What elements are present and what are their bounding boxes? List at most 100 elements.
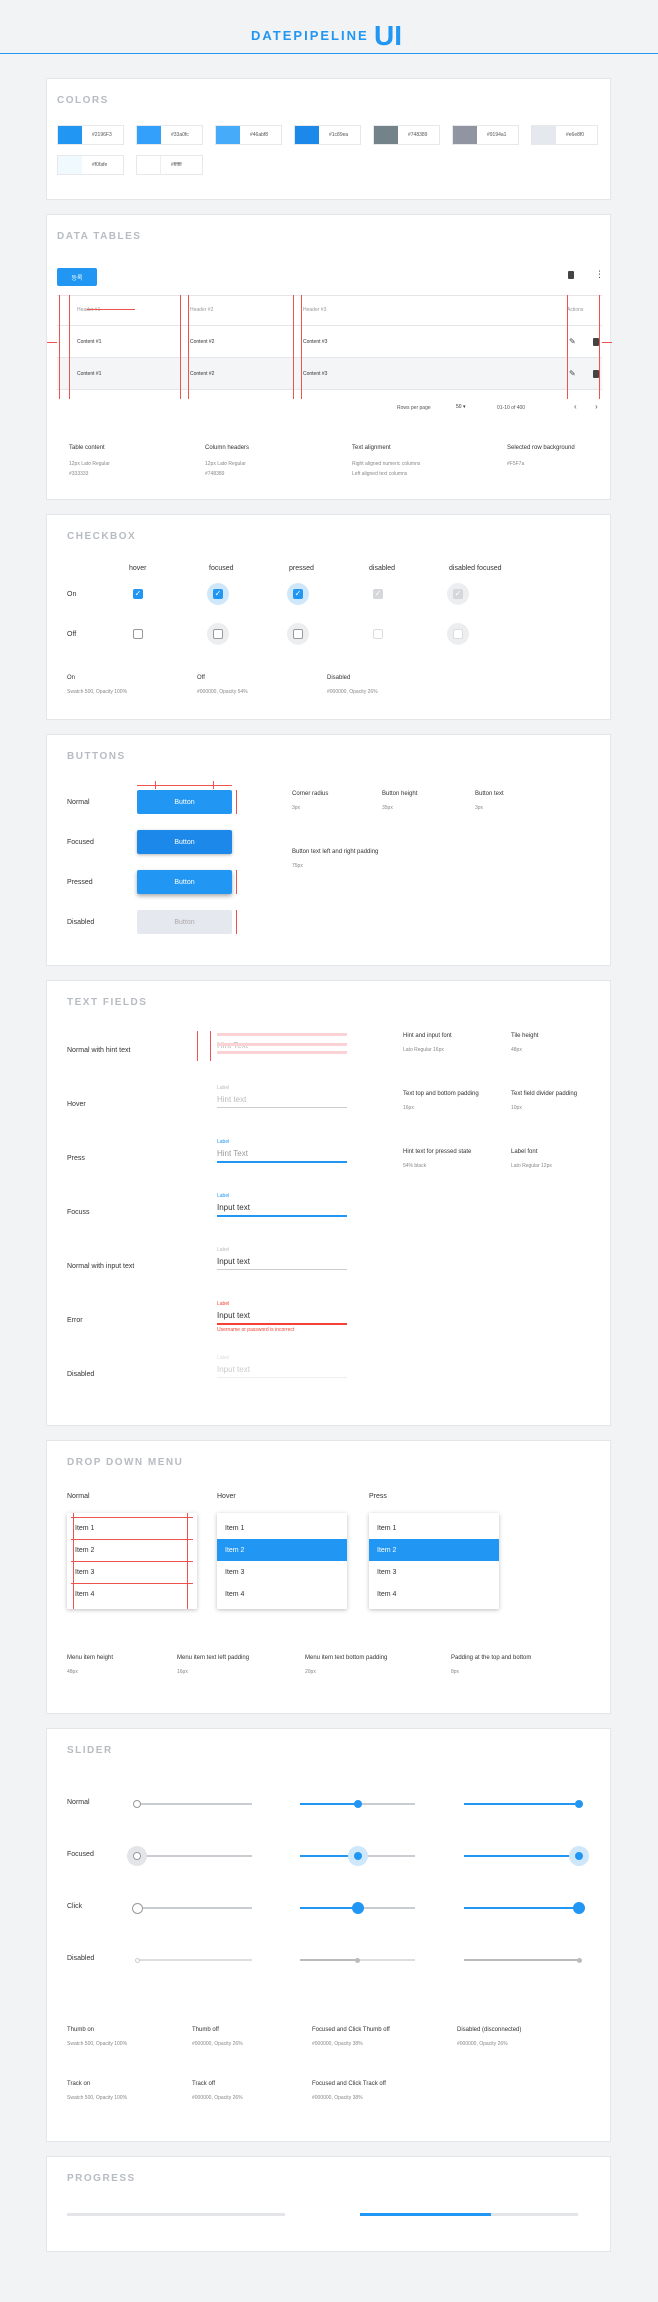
table-cell: Content #2 [190, 371, 215, 377]
color-chip [453, 126, 477, 144]
spec-value: 12px Lato Regular [69, 461, 110, 467]
dropdown-item[interactable]: Item 2 [369, 1539, 499, 1561]
page-header: DATEPIPELINE UI [0, 0, 658, 56]
checkbox-row-on: On [67, 591, 77, 598]
checkbox-checked[interactable]: ✓ [213, 589, 223, 599]
text-field-input[interactable]: Input text [217, 1203, 250, 1212]
guide-line [187, 1513, 188, 1609]
color-swatch[interactable]: #748389 [373, 125, 440, 145]
color-swatch[interactable]: #9194a1 [452, 125, 519, 145]
slider-track-off [357, 1959, 415, 1961]
text-field-underline [217, 1215, 347, 1217]
edit-icon[interactable]: ✎ [569, 369, 576, 378]
dropdown-item[interactable]: Item 1 [217, 1517, 347, 1539]
slider-thumb[interactable] [575, 1800, 583, 1808]
dropdown-item[interactable]: Item 4 [369, 1583, 499, 1605]
more-vert-icon[interactable]: ⋮ [595, 270, 604, 279]
checkbox-checked[interactable]: ✓ [293, 589, 303, 599]
color-chip [374, 126, 398, 144]
spec-heading: Thumb off [192, 2027, 219, 2033]
spec-value: #000000, Opacity 26% [457, 2041, 508, 2047]
slider-state-label: Disabled [67, 1955, 95, 1962]
guide-line [197, 1031, 198, 1061]
guide-line [236, 790, 237, 814]
spec-heading: Label font [511, 1149, 538, 1155]
register-button[interactable]: 등록 [57, 268, 97, 286]
text-field-label: Label [217, 1085, 230, 1091]
dropdown-item[interactable]: Item 2 [217, 1539, 347, 1561]
color-swatch[interactable]: #33a0fc [136, 125, 203, 145]
spec-value: #F5F7a [507, 461, 525, 467]
chevron-left-icon[interactable]: ‹ [574, 402, 577, 411]
slider-thumb [576, 1957, 582, 1963]
slider-thumb[interactable] [133, 1800, 141, 1808]
spec-heading: Text top and bottom padding [403, 1091, 479, 1097]
color-swatch[interactable]: #2196F3 [57, 125, 124, 145]
guide-line [71, 1561, 193, 1562]
table-header-border [57, 325, 602, 326]
button-normal[interactable]: Button [137, 790, 232, 814]
dropdown-item[interactable]: Item 1 [67, 1517, 197, 1539]
chevron-right-icon[interactable]: › [595, 402, 598, 411]
text-field-state-label: Normal with hint text [67, 1047, 131, 1054]
table-header-3[interactable]: Header #3 [303, 307, 326, 313]
text-field-input[interactable]: Hint text [217, 1095, 246, 1104]
spec-heading: Off [197, 675, 205, 681]
rows-per-page-select[interactable]: 50 ▾ [456, 404, 465, 410]
checkbox-checked[interactable]: ✓ [133, 589, 143, 599]
checkbox-unchecked [453, 629, 463, 639]
color-swatch[interactable]: #e6e8f0 [531, 125, 598, 145]
text-field-state-label: Error [67, 1317, 83, 1324]
dropdown-item[interactable]: Item 4 [67, 1583, 197, 1605]
button-focused[interactable]: Button [137, 830, 232, 854]
slider-thumb[interactable] [353, 1800, 362, 1808]
edit-icon[interactable]: ✎ [569, 337, 576, 346]
spec-value: #000000, Opacity 54% [197, 689, 248, 695]
dropdown-item[interactable]: Item 1 [369, 1517, 499, 1539]
color-chip [532, 126, 556, 144]
slider-thumb[interactable] [133, 1852, 141, 1860]
dropdown-item[interactable]: Item 3 [67, 1561, 197, 1583]
color-swatch[interactable]: #ffffff [136, 155, 203, 175]
button-pressed[interactable]: Button [137, 870, 232, 894]
text-field-input[interactable]: Input text [217, 1257, 250, 1266]
table-header-1[interactable]: Header #1 [77, 307, 100, 313]
header-divider [0, 53, 658, 54]
checkbox-unchecked[interactable] [133, 629, 143, 639]
slider-state-label: Normal [67, 1799, 90, 1806]
dropdown-menu: Item 1 Item 2 Item 3 Item 4 [217, 1513, 347, 1609]
spec-heading: Menu item height [67, 1655, 114, 1661]
dropdown-item[interactable]: Item 2 [67, 1539, 197, 1561]
checkbox-unchecked[interactable] [213, 629, 223, 639]
guide-line [301, 295, 302, 399]
spec-value: Swatch 500, Opacity 100% [67, 2095, 128, 2101]
slider-thumb[interactable] [353, 1852, 362, 1860]
slider-thumb[interactable] [573, 1902, 585, 1914]
color-swatch[interactable]: #1c89ea [294, 125, 361, 145]
dropdown-column-label: Normal [67, 1493, 90, 1500]
delete-icon[interactable] [568, 271, 574, 279]
text-field-input[interactable]: Hint Text [217, 1149, 248, 1158]
checkbox-unchecked[interactable] [293, 629, 303, 639]
data-tables-title: DATA TABLES [57, 231, 142, 242]
color-swatch[interactable]: #46abf8 [215, 125, 282, 145]
slider-thumb[interactable] [351, 1902, 364, 1914]
table-row-border [57, 357, 602, 358]
guide-line [69, 295, 70, 399]
guide-line [59, 295, 60, 399]
guide-line [71, 1517, 193, 1518]
dropdown-item[interactable]: Item 3 [217, 1561, 347, 1583]
spec-value: #748389 [205, 471, 225, 477]
spec-value: 16px [177, 1669, 188, 1675]
dropdown-item[interactable]: Item 4 [217, 1583, 347, 1605]
color-swatch[interactable]: #f0fafe [57, 155, 124, 175]
guide-line [293, 295, 294, 399]
table-cell: Content #1 [77, 371, 102, 377]
dropdown-item[interactable]: Item 3 [369, 1561, 499, 1583]
slider-thumb[interactable] [575, 1852, 583, 1860]
slider-thumb[interactable] [131, 1902, 143, 1914]
text-field-input[interactable]: Input text [217, 1311, 250, 1320]
color-hex: #e6e8f0 [566, 132, 585, 138]
spec-value: #000000, Opacity 38% [312, 2095, 363, 2101]
table-header-2[interactable]: Header #2 [190, 307, 213, 313]
